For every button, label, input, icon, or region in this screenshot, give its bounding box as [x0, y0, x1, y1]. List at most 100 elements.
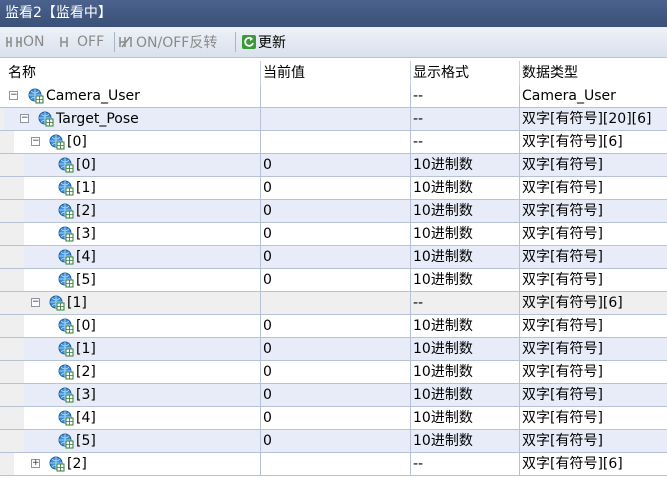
current-value-cell[interactable]: [261, 292, 411, 314]
name-cell[interactable]: [0]: [0, 154, 261, 176]
column-header-type[interactable]: 数据类型: [520, 61, 667, 85]
current-value-cell[interactable]: 0: [261, 315, 411, 337]
format-cell[interactable]: 10进制数: [411, 361, 520, 383]
current-value-cell[interactable]: 0: [261, 361, 411, 383]
globe-grid-icon: [58, 226, 74, 242]
type-cell: 双字[有符号]: [522, 249, 603, 265]
column-header-format[interactable]: 显示格式: [411, 61, 520, 85]
format-cell[interactable]: 10进制数: [411, 154, 520, 176]
indent-band: [0, 223, 24, 245]
format-cell[interactable]: 10进制数: [411, 430, 520, 452]
current-value-cell[interactable]: 0: [261, 200, 411, 222]
name-cell[interactable]: [2]: [0, 200, 261, 222]
table-row[interactable]: − [1] -- 双字[有符号][6]: [0, 292, 667, 315]
expand-icon[interactable]: +: [31, 459, 40, 468]
table-row[interactable]: [1] 0 10进制数 双字[有符号]: [0, 338, 667, 361]
type-cell: 双字[有符号]: [522, 157, 603, 173]
current-value-cell[interactable]: 0: [261, 407, 411, 429]
table-row[interactable]: [4] 0 10进制数 双字[有符号]: [0, 246, 667, 269]
table-row[interactable]: [2] 0 10进制数 双字[有符号]: [0, 361, 667, 384]
collapse-icon[interactable]: −: [31, 298, 40, 307]
collapse-icon[interactable]: −: [20, 114, 29, 123]
current-value-cell[interactable]: [261, 85, 411, 107]
name-cell[interactable]: − [1]: [0, 292, 261, 314]
name-cell[interactable]: [3]: [0, 384, 261, 406]
column-header-current[interactable]: 当前值: [261, 61, 411, 85]
format-cell[interactable]: 10进制数: [411, 269, 520, 291]
name-cell[interactable]: [1]: [0, 177, 261, 199]
name-cell[interactable]: + [2]: [0, 453, 261, 475]
current-value-cell[interactable]: 0: [261, 154, 411, 176]
type-cell: 双字[有符号][6]: [522, 456, 623, 472]
refresh-button[interactable]: 更新: [241, 31, 286, 53]
format-cell[interactable]: --: [411, 292, 520, 314]
name-cell[interactable]: − Camera_User: [0, 85, 261, 107]
format-cell[interactable]: 10进制数: [411, 384, 520, 406]
indent-band: [0, 407, 24, 429]
current-value-cell[interactable]: 0: [261, 430, 411, 452]
collapse-icon[interactable]: −: [9, 91, 18, 100]
current-value-cell[interactable]: 0: [261, 223, 411, 245]
table-row[interactable]: [5] 0 10进制数 双字[有符号]: [0, 269, 667, 292]
current-value-cell[interactable]: 0: [261, 246, 411, 268]
type-cell: 双字[有符号]: [522, 203, 603, 219]
current-value-cell[interactable]: 0: [261, 177, 411, 199]
name-cell[interactable]: [4]: [0, 246, 261, 268]
format-cell[interactable]: --: [411, 108, 520, 130]
format-cell[interactable]: 10进制数: [411, 315, 520, 337]
format-cell[interactable]: --: [411, 453, 520, 475]
globe-grid-icon: [58, 318, 74, 334]
refresh-icon: [241, 34, 257, 50]
format-cell[interactable]: 10进制数: [411, 200, 520, 222]
format-cell[interactable]: --: [411, 131, 520, 153]
refresh-label: 更新: [258, 35, 286, 51]
name-cell[interactable]: − [0]: [0, 131, 261, 153]
name-cell[interactable]: − Target_Pose: [0, 108, 261, 130]
current-value-cell[interactable]: [261, 108, 411, 130]
current-value-cell[interactable]: 0: [261, 269, 411, 291]
on-button[interactable]: ON: [6, 31, 45, 53]
table-row[interactable]: − [0] -- 双字[有符号][6]: [0, 131, 667, 154]
globe-grid-icon: [58, 341, 74, 357]
name-cell[interactable]: [0]: [0, 315, 261, 337]
format-cell[interactable]: 10进制数: [411, 407, 520, 429]
current-value-cell[interactable]: 0: [261, 338, 411, 360]
column-header-name[interactable]: 名称: [0, 61, 261, 85]
name-cell[interactable]: [5]: [0, 269, 261, 291]
globe-grid-icon: [58, 364, 74, 380]
variable-name: [3]: [76, 387, 96, 403]
table-row[interactable]: [1] 0 10进制数 双字[有符号]: [0, 177, 667, 200]
collapse-icon[interactable]: −: [31, 137, 40, 146]
format-cell[interactable]: 10进制数: [411, 338, 520, 360]
table-row[interactable]: − Target_Pose -- 双字[有符号][20][6]: [0, 108, 667, 131]
current-value-cell[interactable]: [261, 131, 411, 153]
table-row[interactable]: + [2] -- 双字[有符号][6]: [0, 453, 667, 476]
format-cell[interactable]: 10进制数: [411, 223, 520, 245]
off-button[interactable]: OFF: [60, 31, 104, 53]
table-row[interactable]: [3] 0 10进制数 双字[有符号]: [0, 384, 667, 407]
current-value-cell[interactable]: [261, 453, 411, 475]
table-row[interactable]: [5] 0 10进制数 双字[有符号]: [0, 430, 667, 453]
name-cell[interactable]: [5]: [0, 430, 261, 452]
indent-band: [0, 108, 4, 130]
type-cell: 双字[有符号]: [522, 433, 603, 449]
globe-grid-icon: [58, 433, 74, 449]
variable-name: [4]: [76, 249, 96, 265]
name-cell[interactable]: [2]: [0, 361, 261, 383]
toggle-button[interactable]: ON/OFF反转: [119, 31, 217, 53]
name-cell[interactable]: [4]: [0, 407, 261, 429]
table-row[interactable]: [0] 0 10进制数 双字[有符号]: [0, 154, 667, 177]
format-cell[interactable]: 10进制数: [411, 177, 520, 199]
table-row[interactable]: [0] 0 10进制数 双字[有符号]: [0, 315, 667, 338]
name-cell[interactable]: [1]: [0, 338, 261, 360]
table-row[interactable]: [3] 0 10进制数 双字[有符号]: [0, 223, 667, 246]
table-row[interactable]: [4] 0 10进制数 双字[有符号]: [0, 407, 667, 430]
table-row[interactable]: − Camera_User -- Camera_User: [0, 85, 667, 108]
format-cell[interactable]: --: [411, 85, 520, 107]
indent-band: [0, 315, 24, 337]
name-cell[interactable]: [3]: [0, 223, 261, 245]
type-cell: 双字[有符号]: [522, 226, 603, 242]
current-value-cell[interactable]: 0: [261, 384, 411, 406]
table-row[interactable]: [2] 0 10进制数 双字[有符号]: [0, 200, 667, 223]
format-cell[interactable]: 10进制数: [411, 246, 520, 268]
